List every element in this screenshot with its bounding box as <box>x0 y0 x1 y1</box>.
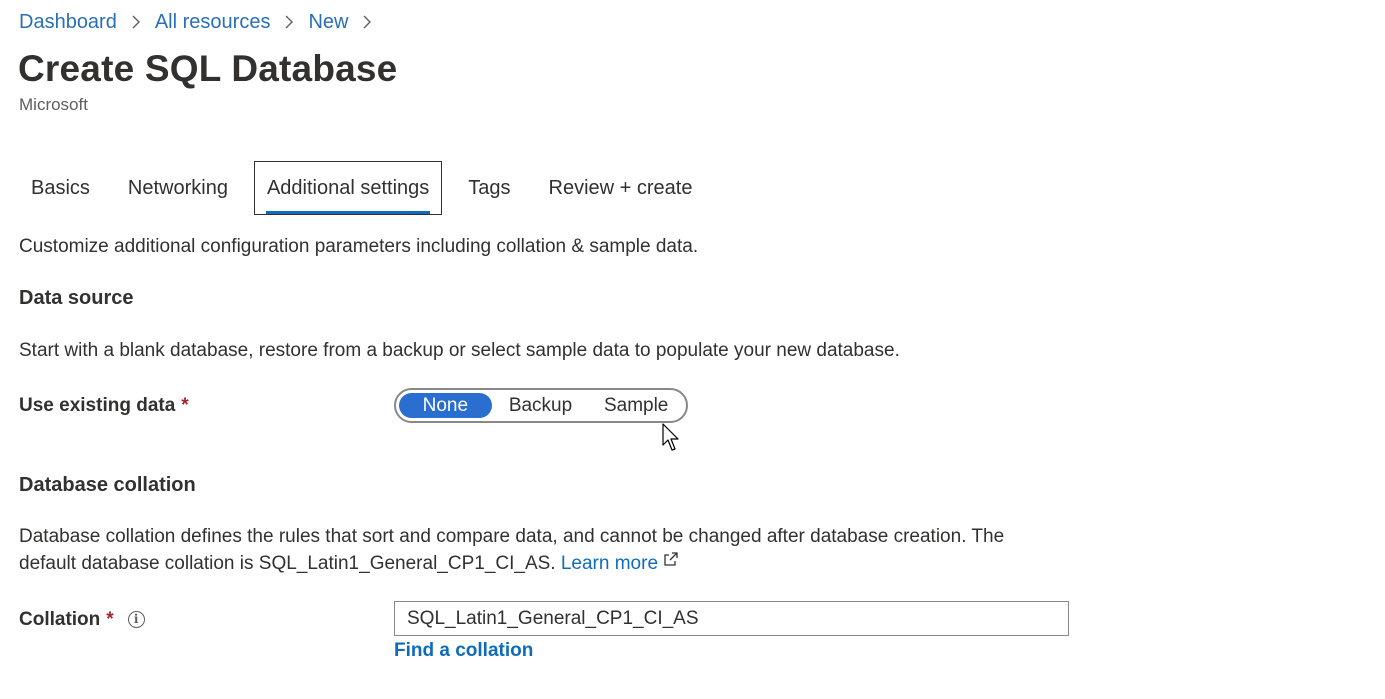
mouse-pointer-icon <box>662 423 682 458</box>
breadcrumb-dashboard[interactable]: Dashboard <box>19 11 117 34</box>
intro-text: Customize additional configuration param… <box>19 236 699 257</box>
required-marker: * <box>181 395 189 416</box>
external-link-icon <box>663 551 679 573</box>
data-source-heading: Data source <box>19 287 134 309</box>
tab-additional-settings[interactable]: Additional settings <box>253 161 443 215</box>
chevron-right-icon <box>284 15 294 29</box>
data-source-description: Start with a blank database, restore fro… <box>19 340 900 361</box>
option-sample[interactable]: Sample <box>589 393 683 418</box>
collation-input[interactable]: SQL_Latin1_General_CP1_CI_AS <box>394 601 1069 636</box>
required-marker: * <box>106 609 114 630</box>
breadcrumb-new[interactable]: New <box>308 11 348 34</box>
collation-label: Collation * i <box>19 609 145 631</box>
collation-description-line1: Database collation defines the rules tha… <box>19 526 1005 547</box>
use-existing-data-toggle: None Backup Sample <box>394 388 688 423</box>
chevron-right-icon <box>131 15 141 29</box>
breadcrumb-all-resources[interactable]: All resources <box>155 11 271 34</box>
option-none[interactable]: None <box>399 393 492 418</box>
option-backup[interactable]: Backup <box>492 393 590 418</box>
info-icon[interactable]: i <box>127 611 145 629</box>
tab-networking[interactable]: Networking <box>116 161 240 215</box>
tab-tags[interactable]: Tags <box>456 161 522 215</box>
tab-review-create[interactable]: Review + create <box>537 161 705 215</box>
tab-bar: Basics Networking Additional settings Ta… <box>19 161 719 215</box>
collation-label-text: Collation <box>19 609 101 630</box>
collation-description-line2-wrap: default database collation is SQL_Latin1… <box>19 551 1079 575</box>
chevron-right-icon <box>362 15 372 29</box>
database-collation-heading: Database collation <box>19 474 196 496</box>
collation-description-line2: default database collation is SQL_Latin1… <box>19 553 556 574</box>
collation-input-value: SQL_Latin1_General_CP1_CI_AS <box>407 607 699 629</box>
use-existing-data-label-text: Use existing data <box>19 395 176 416</box>
learn-more-link[interactable]: Learn more <box>561 553 658 574</box>
find-a-collation-link[interactable]: Find a collation <box>394 640 533 662</box>
collation-description: Database collation defines the rules tha… <box>19 526 1079 575</box>
page-subtitle: Microsoft <box>19 95 88 114</box>
breadcrumb: Dashboard All resources New <box>19 8 386 36</box>
use-existing-data-label: Use existing data * <box>19 395 189 417</box>
page-title: Create SQL Database <box>18 48 398 89</box>
tab-basics[interactable]: Basics <box>19 161 102 215</box>
